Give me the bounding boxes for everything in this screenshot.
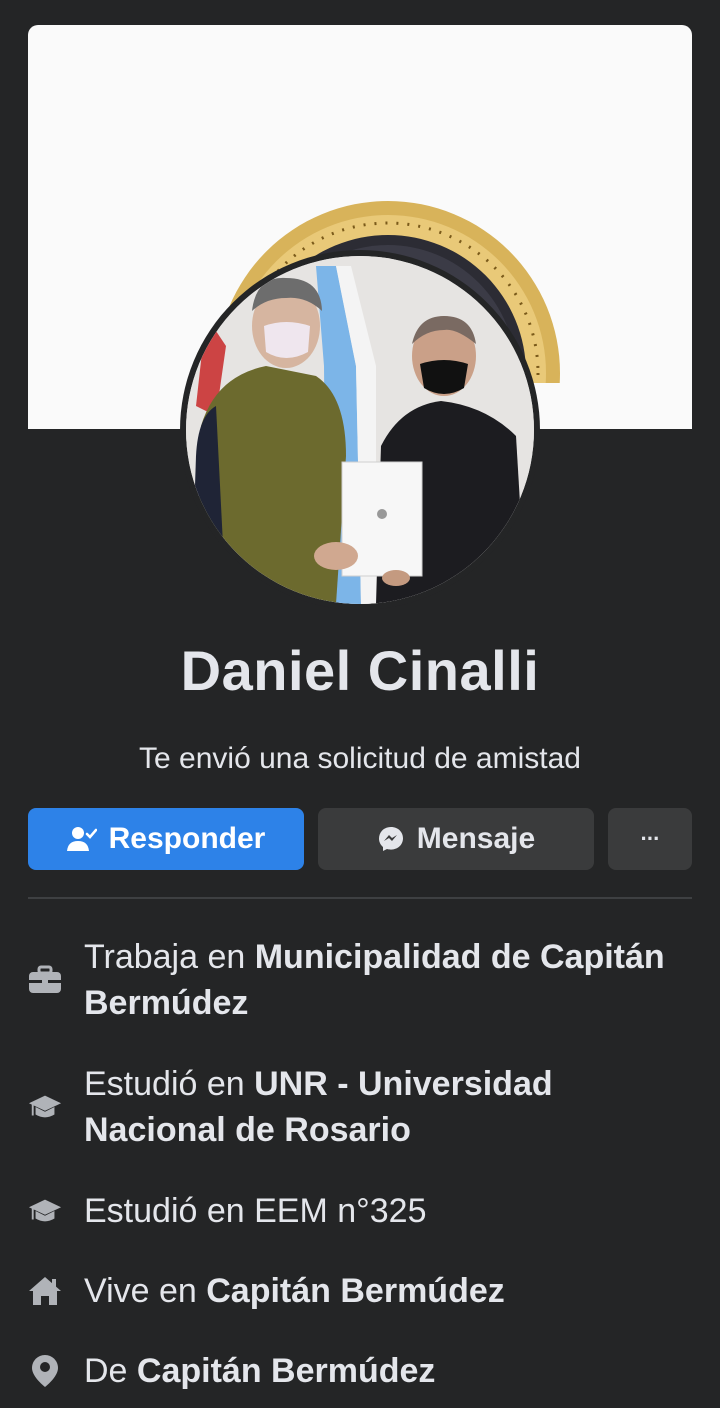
info-work-text: Trabaja en Municipalidad de Capitán Berm… [84,938,665,1022]
info-hometown: De Capitán Bermúdez [28,1348,692,1394]
profile-avatar[interactable] [180,250,540,610]
person-check-icon [66,827,97,851]
message-button[interactable]: Mensaje [318,808,594,870]
respond-button[interactable]: Responder [28,808,304,870]
hometown-link[interactable]: Capitán Bermúdez [137,1352,436,1390]
current-city-link[interactable]: Capitán Bermúdez [206,1272,505,1310]
profile-name: Daniel Cinalli [180,639,540,702]
location-pin-icon [28,1354,62,1388]
section-divider [28,897,692,899]
info-education-school: Estudió en EEM n°325 [28,1188,692,1234]
briefcase-icon [28,963,62,997]
info-lives-in-text: Vive en Capitán Bermúdez [84,1272,505,1310]
info-education-university: Estudió en UNR - Universidad Nacional de… [28,1061,692,1153]
graduation-cap-icon [28,1194,62,1228]
profile-photo [186,256,534,604]
friend-request-status: Te envió una solicitud de amistad [139,742,581,775]
home-icon [28,1274,62,1308]
info-hometown-text: De Capitán Bermúdez [84,1352,436,1390]
respond-button-label: Responder [108,822,266,855]
info-lives-in: Vive en Capitán Bermúdez [28,1268,692,1314]
info-school-text: Estudió en EEM n°325 [84,1192,427,1230]
info-work: Trabaja en Municipalidad de Capitán Berm… [28,934,692,1026]
messenger-icon [378,827,403,851]
more-options-icon: ··· [640,826,661,851]
graduation-cap-icon [28,1090,62,1124]
message-button-label: Mensaje [416,822,536,855]
info-university-text: Estudió en UNR - Universidad Nacional de… [84,1065,553,1149]
more-options-button[interactable]: ··· [608,808,692,870]
